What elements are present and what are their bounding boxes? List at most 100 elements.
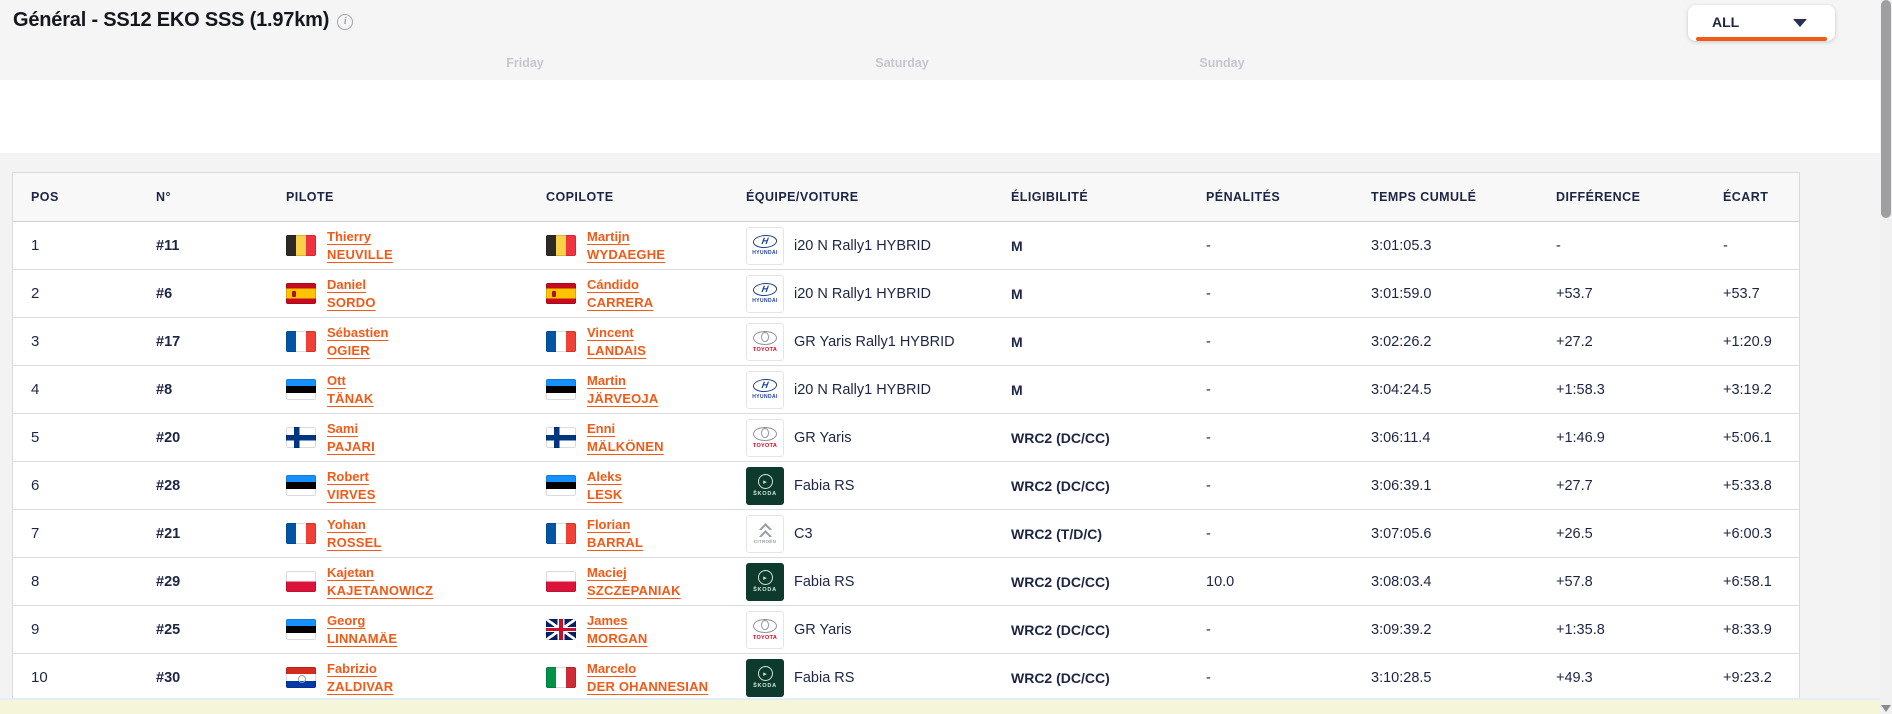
pilot-link[interactable]: Yohan ROSSEL: [327, 516, 382, 552]
car-cell: TOYOTA GR Yaris Rally1 HYBRID: [746, 322, 1011, 361]
fi-flag-icon: [546, 427, 576, 448]
column-header: TEMPS CUMULÉ: [1371, 190, 1477, 204]
cumulative-time: 3:02:26.2: [1371, 333, 1432, 350]
es-flag-icon: [546, 283, 576, 304]
copilot-link[interactable]: Enni MÄLKÖNEN: [587, 420, 664, 456]
car-model: Fabia RS: [794, 477, 855, 494]
copilot-first-name: James: [587, 612, 628, 628]
table-body: 1 #11 Thierry NEUVILLE Martijn WYDAEGHE …: [12, 222, 1800, 698]
car-number: #30: [156, 669, 181, 686]
pl-flag-icon: [286, 571, 316, 592]
copilot-link[interactable]: Martijn WYDAEGHE: [587, 228, 665, 264]
eligibility: WRC2 (DC/CC): [1011, 477, 1110, 494]
table-row: 9 #25 Georg LINNAMÄE James MORGAN TOYOTA…: [13, 606, 1799, 654]
cumulative-time: 3:01:59.0: [1371, 285, 1432, 302]
filter-selected-value: ALL: [1712, 14, 1740, 30]
pilot-cell: Thierry NEUVILLE: [286, 228, 546, 264]
pilot-link[interactable]: Sébastien OGIER: [327, 324, 388, 360]
scrollbar-down-arrow-icon[interactable]: [1881, 705, 1891, 712]
day-group-label: Sunday: [1199, 56, 1245, 70]
car-cell: ▸ ŠKODA Fabia RS: [746, 466, 1011, 505]
cumulative-time: 3:09:39.2: [1371, 621, 1432, 638]
copilot-link[interactable]: Vincent LANDAIS: [587, 324, 646, 360]
pilot-first-name: Sami: [327, 420, 359, 436]
car-number: #20: [156, 429, 181, 446]
column-header: DIFFÉRENCE: [1556, 190, 1641, 204]
pilot-last-name: ZALDIVAR: [327, 678, 394, 694]
position: 9: [31, 621, 40, 638]
page-scrollbar[interactable]: [1880, 0, 1892, 714]
cumulative-time: 3:10:28.5: [1371, 669, 1432, 686]
pilot-link[interactable]: Ott TÄNAK: [327, 372, 374, 408]
copilot-last-name: DER OHANNESIAN: [587, 678, 709, 694]
penalties: -: [1206, 381, 1211, 398]
pilot-first-name: Kajetan: [327, 564, 374, 580]
copilot-link[interactable]: James MORGAN: [587, 612, 647, 648]
column-header: ÉLIGIBILITÉ: [1011, 190, 1089, 204]
position: 8: [31, 573, 40, 590]
ee-flag-icon: [546, 379, 576, 400]
copilot-cell: James MORGAN: [546, 612, 746, 648]
difference: +53.7: [1556, 285, 1593, 302]
car-number: #21: [156, 525, 181, 542]
pilot-link[interactable]: Fabrizio ZALDIVAR: [327, 660, 393, 696]
day-group-label: Friday: [506, 56, 544, 70]
gap: +5:06.1: [1723, 429, 1772, 446]
pilot-cell: Robert VIRVES: [286, 468, 546, 504]
copilot-link[interactable]: Aleks LESK: [587, 468, 622, 504]
page-header: Général - SS12 EKO SSS (1.97km) i ALL: [0, 0, 1880, 80]
pilot-cell: Ott TÄNAK: [286, 372, 546, 408]
car-cell: H HYUNDAI i20 N Rally1 HYBRID: [746, 226, 1011, 265]
copilot-link[interactable]: Martin JÄRVEOJA: [587, 372, 658, 408]
pilot-cell: Kajetan KAJETANOWICZ: [286, 564, 546, 600]
pilot-first-name: Yohan: [327, 516, 366, 532]
penalties: 10.0: [1206, 573, 1235, 590]
toyota-logo: TOYOTA: [746, 322, 784, 361]
cumulative-time: 3:04:24.5: [1371, 381, 1432, 398]
column-header: N°: [156, 190, 171, 204]
filter-dropdown[interactable]: ALL: [1688, 5, 1835, 41]
car-model: i20 N Rally1 HYBRID: [794, 285, 931, 302]
copilot-last-name: MORGAN: [587, 630, 648, 646]
pilot-last-name: TÄNAK: [327, 390, 374, 406]
scrollbar-thumb[interactable]: [1881, 0, 1891, 218]
car-cell: ▸ ŠKODA Fabia RS: [746, 562, 1011, 601]
penalties: -: [1206, 621, 1211, 638]
pilot-link[interactable]: Georg LINNAMÄE: [327, 612, 397, 648]
eligibility: WRC2 (DC/CC): [1011, 669, 1110, 686]
pilot-link[interactable]: Robert VIRVES: [327, 468, 376, 504]
copilot-link[interactable]: Florian BARRAL: [587, 516, 643, 552]
position: 7: [31, 525, 40, 542]
copilot-cell: Aleks LESK: [546, 468, 746, 504]
pilot-link[interactable]: Sami PAJARI: [327, 420, 375, 456]
copilot-first-name: Aleks: [587, 468, 622, 484]
copilot-last-name: BARRAL: [587, 534, 644, 550]
info-icon[interactable]: i: [337, 14, 354, 30]
car-number: #11: [156, 237, 180, 254]
skoda-logo: ▸ ŠKODA: [746, 562, 784, 601]
pilot-link[interactable]: Daniel SORDO: [327, 276, 376, 312]
pilot-first-name: Georg: [327, 612, 366, 628]
pilot-link[interactable]: Kajetan KAJETANOWICZ: [327, 564, 433, 600]
pilot-link[interactable]: Thierry NEUVILLE: [327, 228, 393, 264]
position: 4: [31, 381, 40, 398]
pl-flag-icon: [546, 571, 576, 592]
pilot-cell: Yohan ROSSEL: [286, 516, 546, 552]
copilot-cell: Enni MÄLKÖNEN: [546, 420, 746, 456]
pilot-first-name: Robert: [327, 468, 369, 484]
position: 6: [31, 477, 40, 494]
gap: +5:33.8: [1723, 477, 1772, 494]
fi-flag-icon: [286, 427, 316, 448]
penalties: -: [1206, 285, 1211, 302]
copilot-first-name: Martijn: [587, 228, 630, 244]
copilot-link[interactable]: Maciej SZCZEPANIAK: [587, 564, 681, 600]
penalties: -: [1206, 525, 1211, 542]
penalties: -: [1206, 477, 1211, 494]
penalties: -: [1206, 333, 1211, 350]
car-cell: H HYUNDAI i20 N Rally1 HYBRID: [746, 274, 1011, 313]
copilot-last-name: WYDAEGHE: [587, 246, 666, 262]
copilot-link[interactable]: Cándido CARRERA: [587, 276, 653, 312]
cumulative-time: 3:01:05.3: [1371, 237, 1432, 254]
copilot-link[interactable]: Marcelo DER OHANNESIAN: [587, 660, 708, 696]
fr-flag-icon: [546, 523, 576, 544]
